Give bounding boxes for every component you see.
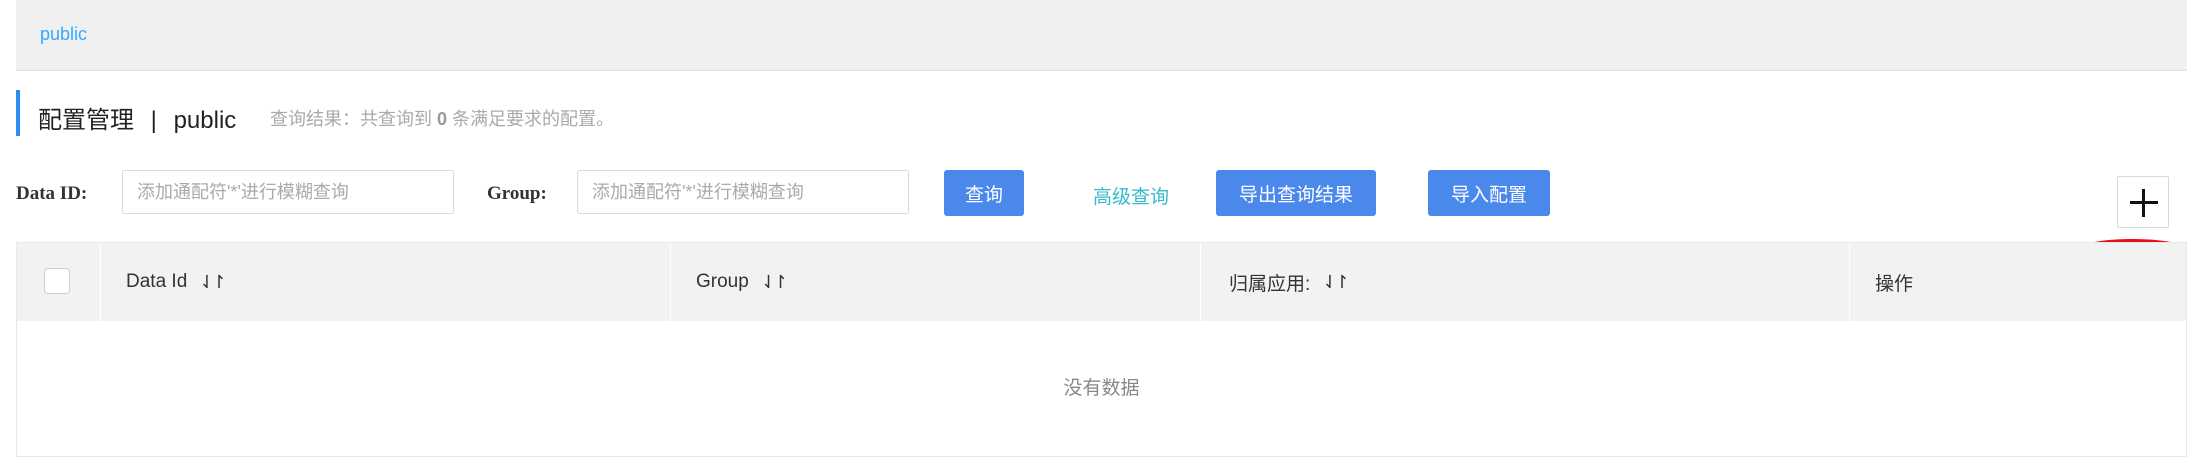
page-header: 配置管理 | public 查询结果：共查询到 0 条满足要求的配置。 <box>16 90 916 136</box>
result-count: 0 <box>437 109 448 129</box>
empty-state-text: 没有数据 <box>1063 378 1140 399</box>
column-label-group: Group <box>696 271 749 292</box>
sort-icon[interactable]: ⇃↾ <box>1322 272 1349 293</box>
search-bar: Data ID: Group: 查询 高级查询 导出查询结果 导入配置 <box>0 170 2197 218</box>
query-result-summary: 查询结果：共查询到 0 条满足要求的配置。 <box>270 105 614 131</box>
data-id-input[interactable] <box>122 170 454 214</box>
namespace-bar: public <box>16 0 2187 71</box>
namespace-tab-public[interactable]: public <box>40 24 87 45</box>
result-prefix: 查询结果：共查询到 <box>270 109 432 129</box>
result-suffix: 条满足要求的配置。 <box>452 109 615 129</box>
query-button[interactable]: 查询 <box>944 170 1024 216</box>
column-label-data-id: Data Id <box>126 271 188 292</box>
column-label-actions: 操作 <box>1875 273 1914 295</box>
column-header-group[interactable]: Group ⇃↾ <box>671 243 1201 321</box>
column-header-data-id[interactable]: Data Id ⇃↾ <box>101 243 671 321</box>
group-label: Group: <box>487 183 547 204</box>
title-separator: | <box>150 107 157 134</box>
column-header-actions: 操作 <box>1850 243 2186 321</box>
export-results-button[interactable]: 导出查询结果 <box>1216 170 1376 216</box>
page-title: 配置管理 | public <box>38 100 236 135</box>
column-header-app[interactable]: 归属应用: ⇃↾ <box>1201 243 1850 321</box>
config-table: Data Id ⇃↾ Group ⇃↾ 归属应用: ⇃↾ 操作 没有数据 <box>16 242 2187 457</box>
sort-icon[interactable]: ⇃↾ <box>761 272 788 293</box>
title-accent-bar <box>16 90 20 136</box>
select-all-cell <box>17 243 101 321</box>
group-input[interactable] <box>577 170 909 214</box>
table-header: Data Id ⇃↾ Group ⇃↾ 归属应用: ⇃↾ 操作 <box>17 243 2186 321</box>
page-title-text: 配置管理 <box>38 107 134 134</box>
advanced-query-link[interactable]: 高级查询 <box>1093 182 1169 209</box>
sort-icon[interactable]: ⇃↾ <box>199 272 226 293</box>
data-id-label: Data ID: <box>16 183 88 204</box>
select-all-checkbox[interactable] <box>44 268 70 294</box>
add-config-button[interactable] <box>2117 176 2169 228</box>
column-label-app: 归属应用: <box>1229 273 1311 295</box>
import-config-button[interactable]: 导入配置 <box>1428 170 1550 216</box>
title-namespace: public <box>173 107 237 134</box>
